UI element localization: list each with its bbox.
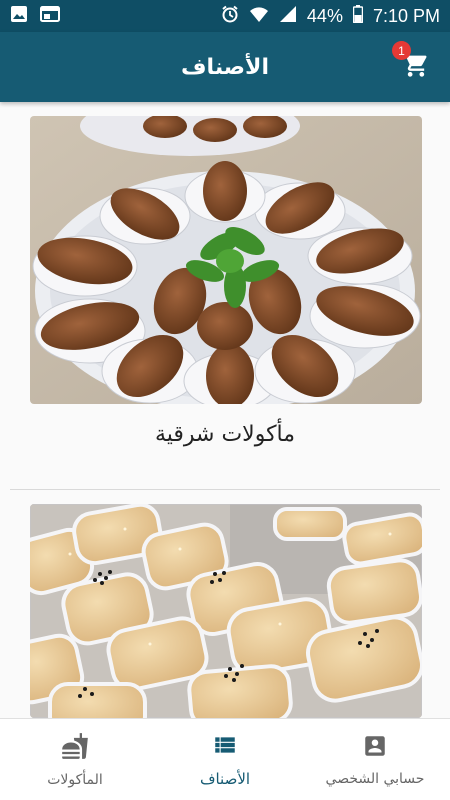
nav-categories[interactable]: الأصناف: [150, 719, 300, 800]
nav-food[interactable]: المأكولات: [0, 719, 150, 800]
category-title: مأكولات شرقية: [154, 422, 296, 447]
food-icon: [61, 732, 89, 764]
signal-icon: [279, 5, 297, 28]
battery-icon: [352, 4, 364, 28]
cart-count-badge: 1: [392, 41, 411, 60]
clock: 7:10 PM: [372, 5, 440, 26]
category-image: [30, 504, 422, 718]
status-bar: 44% 7:10 PM: [0, 0, 450, 32]
page-title: الأصناف: [181, 54, 269, 80]
cart-button[interactable]: 1: [392, 41, 436, 87]
categories-list: مأكولات شرقية: [0, 102, 450, 718]
gallery-notification-icon: [10, 5, 28, 28]
app-bar: الأصناف 1: [0, 32, 450, 102]
nav-account-label: حسابي الشخصي: [325, 770, 425, 787]
bottom-navigation: المأكولات الأصناف حسابي الشخصي: [0, 718, 450, 800]
wifi-icon: [249, 5, 269, 28]
battery-level: 44%: [306, 5, 343, 26]
divider: [10, 489, 440, 490]
nav-food-label: المأكولات: [47, 771, 103, 788]
category-image: [30, 116, 422, 404]
browser-notification-icon: [40, 5, 60, 27]
category-card[interactable]: مأكولات شرقية: [0, 102, 450, 490]
nav-account[interactable]: حسابي الشخصي: [300, 719, 450, 800]
categories-list-icon: [212, 732, 238, 762]
nav-categories-label: الأصناف: [199, 769, 251, 788]
account-box-icon: [362, 733, 388, 763]
category-card[interactable]: [0, 504, 450, 718]
alarm-icon: [221, 5, 239, 28]
